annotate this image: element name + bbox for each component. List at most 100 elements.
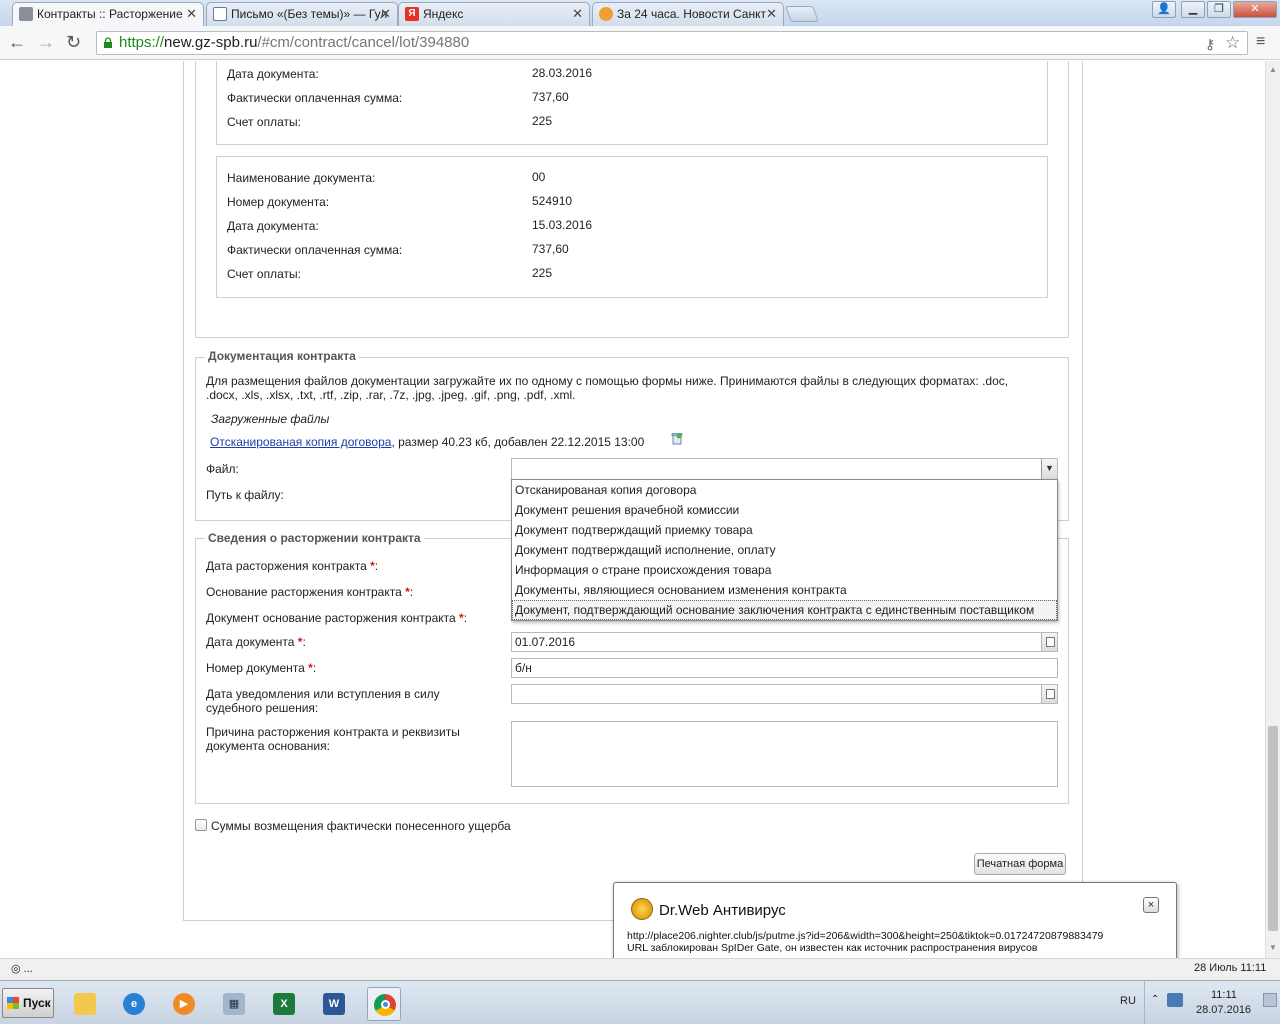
dropdown-option[interactable]: Документ подтверждащий исполнение, оплат… bbox=[512, 540, 1057, 560]
start-button[interactable]: Пуск bbox=[2, 988, 54, 1018]
restore-button[interactable]: ❐ bbox=[1207, 1, 1231, 18]
uploaded-file: Отсканированая копия договора, размер 40… bbox=[210, 435, 644, 449]
delete-file-icon[interactable] bbox=[670, 431, 684, 445]
scroll-down-icon[interactable]: ▼ bbox=[1269, 943, 1277, 952]
reload-icon[interactable]: ↻ bbox=[66, 32, 81, 52]
drweb-spider-icon bbox=[631, 898, 653, 920]
dropdown-option[interactable]: Документ решения врачебной комиссии bbox=[512, 500, 1057, 520]
close-icon[interactable]: × bbox=[1143, 897, 1159, 913]
tray-expand-icon[interactable]: ⌃ bbox=[1151, 994, 1159, 1005]
chevron-down-icon[interactable]: ▼ bbox=[1041, 459, 1057, 479]
tab-label: Контракты :: Расторжение bbox=[37, 7, 183, 21]
field-label: Дата документа: bbox=[227, 67, 319, 81]
language-indicator[interactable]: RU bbox=[1120, 995, 1136, 1007]
field-value: 524910 bbox=[532, 194, 573, 208]
window-close-button[interactable]: ✕ bbox=[1233, 1, 1277, 18]
document-date-label: Дата документа *: bbox=[206, 635, 306, 649]
close-icon[interactable]: ✕ bbox=[380, 3, 391, 25]
document-number-field[interactable]: б/н bbox=[511, 658, 1058, 678]
damages-checkbox[interactable] bbox=[195, 819, 207, 831]
forward-arrow-icon[interactable]: → bbox=[37, 32, 55, 52]
excel-icon[interactable]: X bbox=[267, 987, 301, 1021]
dropdown-option[interactable]: Информация о стране происхождения товара bbox=[512, 560, 1057, 580]
profile-icon[interactable]: 👤 bbox=[1152, 1, 1176, 18]
page-scrollbar[interactable]: ▲ ▼ bbox=[1265, 61, 1280, 958]
print-form-button[interactable]: Печатная форма bbox=[974, 853, 1066, 875]
tab-contracts[interactable]: Контракты :: Расторжение ✕ bbox=[12, 2, 204, 27]
tab-yandex[interactable]: Я Яндекс ✕ bbox=[398, 2, 590, 26]
field-value: 737,60 bbox=[532, 90, 569, 104]
tab-news[interactable]: За 24 часа. Новости Санкт ✕ bbox=[592, 2, 784, 26]
dropdown-option[interactable]: Документ, подтверждающий основание заклю… bbox=[512, 600, 1057, 620]
notice-date-label: Дата уведомления или вступления в силу bbox=[206, 687, 440, 701]
back-arrow-icon[interactable]: ← bbox=[8, 32, 26, 52]
word-icon[interactable]: W bbox=[317, 987, 351, 1021]
blocked-message: URL заблокирован SpIDer Gate, он известе… bbox=[627, 942, 1038, 954]
scroll-up-icon[interactable]: ▲ bbox=[1269, 65, 1277, 74]
document-number-label: Номер документа *: bbox=[206, 661, 317, 675]
field-label: Наименование документа: bbox=[227, 171, 376, 185]
close-icon[interactable]: ✕ bbox=[186, 3, 197, 25]
document-date-field[interactable]: 01.07.2016 bbox=[511, 632, 1058, 652]
field-value: 737,60 bbox=[532, 242, 569, 256]
calendar-icon[interactable] bbox=[1041, 633, 1057, 651]
reason-label: документа основания: bbox=[206, 739, 330, 753]
field-value: 00 bbox=[532, 170, 546, 184]
tab-mail[interactable]: Письмо «(Без темы)» — Гул ✕ bbox=[206, 2, 398, 26]
field-label: Дата документа: bbox=[227, 219, 319, 233]
page-content: Дата документа: 28.03.2016 Фактически оп… bbox=[0, 61, 1265, 958]
start-label: Пуск bbox=[23, 996, 51, 1010]
field-label: Счет оплаты: bbox=[227, 267, 301, 281]
field-value: 15.03.2016 bbox=[532, 218, 593, 232]
close-icon[interactable]: ✕ bbox=[766, 3, 777, 25]
termination-basis-label: Основание расторжения контракта *: bbox=[206, 585, 414, 599]
tab-label: За 24 часа. Новости Санкт bbox=[617, 7, 766, 21]
news-icon bbox=[599, 7, 613, 21]
field-label: Счет оплаты: bbox=[227, 115, 301, 129]
status-text: ◎ ... bbox=[11, 963, 33, 975]
browser-statusbar: ◎ ... 28 Июль 11:11 bbox=[0, 958, 1280, 980]
documentation-hint: Для размещения файлов документации загру… bbox=[206, 374, 1009, 388]
star-icon[interactable]: ☆ bbox=[1225, 33, 1240, 53]
close-icon[interactable]: ✕ bbox=[572, 3, 583, 25]
tray-time[interactable]: 11:11 bbox=[1211, 989, 1237, 1001]
minimize-button[interactable]: ▁ bbox=[1181, 1, 1205, 18]
scrollbar-thumb[interactable] bbox=[1268, 726, 1278, 931]
drweb-title: Dr.Web Антивирус bbox=[659, 902, 786, 919]
uploaded-files-title: Загруженные файлы bbox=[211, 412, 330, 426]
show-desktop-icon[interactable] bbox=[1263, 993, 1277, 1007]
menu-icon[interactable]: ≡ bbox=[1256, 32, 1265, 52]
notice-date-field[interactable] bbox=[511, 684, 1058, 704]
calendar-icon[interactable] bbox=[1041, 685, 1057, 703]
tray-date[interactable]: 28.07.2016 bbox=[1196, 1004, 1251, 1016]
chrome-icon[interactable] bbox=[367, 987, 401, 1021]
system-tray: ⌃ 11:11 28.07.2016 bbox=[1144, 981, 1280, 1024]
dropdown-option[interactable]: Документ подтверждащий приемку товара bbox=[512, 520, 1057, 540]
field-value: 28.03.2016 bbox=[532, 66, 593, 80]
mail-icon bbox=[213, 7, 227, 21]
documentation-hint: .docx, .xls, .xlsx, .txt, .rtf, .zip, .r… bbox=[206, 388, 576, 402]
url-text: https://new.gz-spb.ru/#cm/contract/cance… bbox=[119, 34, 470, 51]
browser-tab-strip: Контракты :: Расторжение ✕ Письмо «(Без … bbox=[0, 0, 1280, 27]
explorer-folder-icon[interactable] bbox=[68, 987, 102, 1021]
dropdown-option[interactable]: Документы, являющиеся основанием изменен… bbox=[512, 580, 1057, 600]
file-type-select[interactable]: ▼ bbox=[511, 458, 1058, 480]
address-bar[interactable]: https://new.gz-spb.ru/#cm/contract/cance… bbox=[96, 31, 1248, 55]
tab-label: Письмо «(Без темы)» — Гул bbox=[231, 7, 388, 21]
field-value: 225 bbox=[532, 266, 553, 280]
internet-explorer-icon[interactable]: e bbox=[117, 987, 151, 1021]
new-tab-button[interactable] bbox=[785, 6, 819, 22]
dropdown-option[interactable]: Отсканированая копия договора bbox=[512, 480, 1057, 500]
network-icon[interactable] bbox=[1167, 993, 1183, 1007]
media-player-icon[interactable]: ▶ bbox=[167, 987, 201, 1021]
windows-taskbar: Пуск e ▶ ▦ X W RU ⌃ 11:11 28.07.2016 bbox=[0, 980, 1280, 1024]
field-label: Номер документа: bbox=[227, 195, 330, 209]
field-value: 225 bbox=[532, 114, 553, 128]
calculator-icon[interactable]: ▦ bbox=[217, 987, 251, 1021]
termination-legend: Сведения о расторжении контракта bbox=[205, 531, 424, 545]
key-icon[interactable]: ⚷ bbox=[1205, 36, 1215, 53]
drweb-notification: Dr.Web Антивирус × http://place206.night… bbox=[613, 882, 1177, 984]
file-type-label: Файл: bbox=[206, 462, 239, 476]
reason-textarea[interactable] bbox=[511, 721, 1058, 787]
uploaded-file-link[interactable]: Отсканированая копия договора bbox=[210, 435, 391, 449]
